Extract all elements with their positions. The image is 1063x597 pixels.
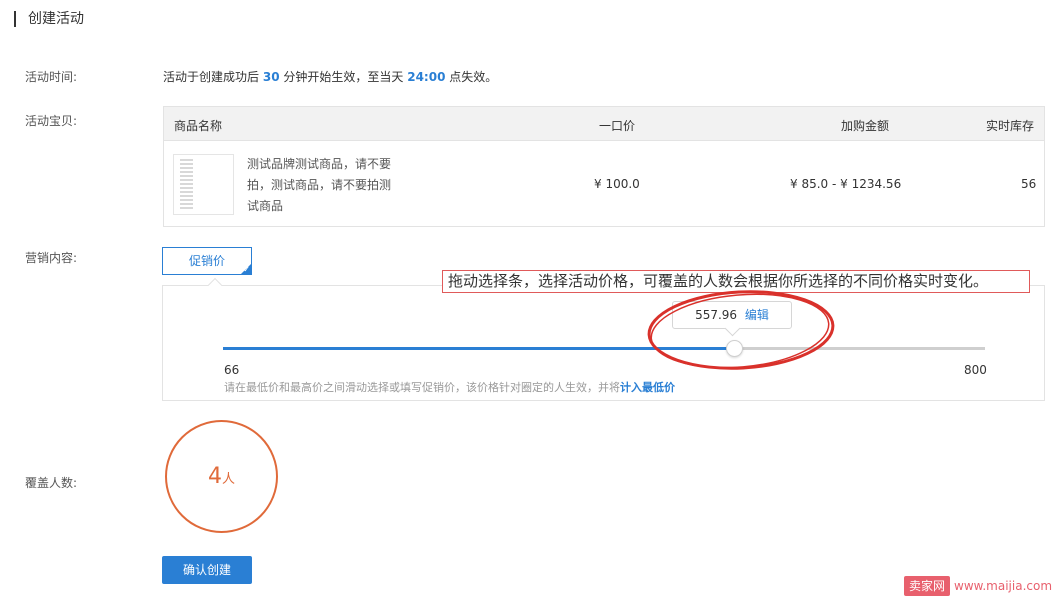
activity-time-text: 活动于创建成功后 30 分钟开始生效，至当天 24:00 点失效。 xyxy=(163,68,497,85)
goods-label: 活动宝贝: xyxy=(25,114,78,128)
coverage-circle: 4人 xyxy=(165,420,278,533)
coverage-unit: 人 xyxy=(221,472,235,487)
time-text-before: 活动于创建成功后 xyxy=(163,70,260,84)
slider-hint: 请在最低价和最高价之间滑动选择或填写促销价，该价格针对圈定的人生效，并将计入最低… xyxy=(224,379,675,395)
time-text-middle: 分钟开始生效，至当天 xyxy=(283,70,404,84)
goods-addon-range: ¥ 85.0 - ¥ 1234.56 xyxy=(790,177,902,191)
slider-track[interactable] xyxy=(223,340,985,357)
highlight-ellipse xyxy=(647,290,835,370)
promo-price-tab[interactable]: 促销价 ✓ xyxy=(162,247,252,275)
check-icon: ✓ xyxy=(243,265,250,274)
goods-table: 商品名称 一口价 加购金额 实时库存 测试品牌测试商品，请不要拍，测试商品，请不… xyxy=(163,106,1045,227)
watermark-url: www.maijia.com xyxy=(954,579,1053,593)
time-end: 24:00 xyxy=(407,70,446,84)
watermark: 卖家网 www.maijia.com xyxy=(904,576,1052,596)
col-addon-amount: 加购金额 xyxy=(841,119,890,133)
col-goods-name: 商品名称 xyxy=(174,119,223,133)
marketing-label: 营销内容: xyxy=(25,251,78,265)
goods-thumbnail xyxy=(173,154,234,215)
page-title: 创建活动 xyxy=(14,11,84,27)
coverage-label: 覆盖人数: xyxy=(25,476,78,490)
time-text-after: 点失效。 xyxy=(449,70,498,84)
time-minutes: 30 xyxy=(262,70,280,84)
col-stock: 实时库存 xyxy=(986,119,1035,133)
promo-tab-label: 促销价 xyxy=(188,254,225,268)
coverage-count: 4 xyxy=(207,464,222,489)
col-price: 一口价 xyxy=(599,119,636,133)
coverage-count-wrap: 4人 xyxy=(167,464,276,489)
goods-table-header: 商品名称 一口价 加购金额 实时库存 xyxy=(164,107,1044,141)
table-row: 测试品牌测试商品，请不要拍，测试商品，请不要拍测试商品 ¥ 100.0 ¥ 85… xyxy=(164,141,1044,227)
hint-min-price-link[interactable]: 计入最低价 xyxy=(620,381,675,394)
slider-max-label: 800 xyxy=(964,363,987,377)
confirm-create-button[interactable]: 确认创建 xyxy=(162,556,252,584)
goods-price: ¥ 100.0 xyxy=(594,177,640,191)
activity-time-label: 活动时间: xyxy=(25,70,78,84)
goods-stock: 56 xyxy=(1021,177,1037,191)
price-slider-panel: 557.96 编辑 66 800 请在最低价和最高价之间滑动选择或填写促销价，该… xyxy=(162,285,1045,401)
goods-name: 测试品牌测试商品，请不要拍，测试商品，请不要拍测试商品 xyxy=(247,157,392,213)
slider-min-label: 66 xyxy=(224,363,240,377)
watermark-brand: 卖家网 xyxy=(904,576,951,596)
hint-text: 请在最低价和最高价之间滑动选择或填写促销价，该价格针对圈定的人生效，并将 xyxy=(224,381,620,394)
